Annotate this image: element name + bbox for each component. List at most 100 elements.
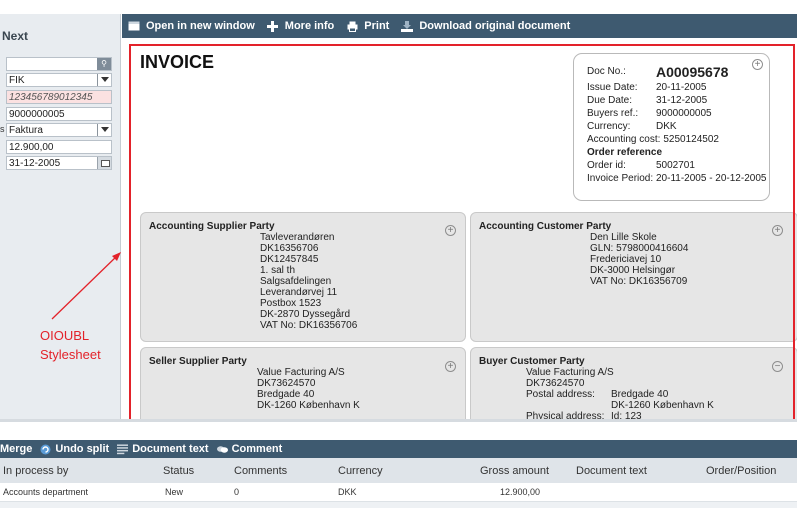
calendar-icon[interactable] <box>97 157 111 169</box>
column-header[interactable]: Gross amount <box>480 458 549 483</box>
physical-address-label: Physical address: <box>526 411 605 419</box>
chevron-down-icon[interactable] <box>97 124 111 136</box>
column-header[interactable]: Status <box>163 458 194 483</box>
print-button[interactable]: Print <box>346 20 389 32</box>
grid-header: In process by Status Comments Currency G… <box>0 458 797 483</box>
postal-address-label: Postal address: <box>526 389 595 400</box>
payment-type-value: FIK <box>9 75 25 86</box>
splitter[interactable] <box>0 419 797 422</box>
party-line: DK73624570 <box>257 378 316 389</box>
seller-supplier-title: Seller Supplier Party <box>149 356 247 367</box>
physical-address-row: Physical address: Id: 123 <box>526 411 797 419</box>
expand-icon[interactable]: + <box>445 361 456 372</box>
undo-split-button[interactable]: Undo split <box>40 443 109 455</box>
seller-supplier-lines: Value Facturing A/S DK73624570 Bredgade … <box>257 367 465 411</box>
download-original-button[interactable]: Download original document <box>401 20 570 32</box>
party-line: DK-2870 Dyssegård <box>260 309 351 320</box>
expand-icon[interactable]: + <box>772 225 783 236</box>
accounting-cost-value: 5250124502 <box>663 134 719 145</box>
table-row[interactable] <box>0 502 797 508</box>
more-info-label: More info <box>284 20 335 32</box>
party-line: Leverandørvej 11 <box>260 287 338 298</box>
amount-value: 12.900,00 <box>9 142 54 153</box>
collapse-icon[interactable]: − <box>772 361 783 372</box>
buyer-customer-party-box: − Buyer Customer Party Value Facturing A… <box>470 347 797 419</box>
party-line: DK-1260 København K <box>611 400 714 411</box>
party-line: Value Facturing A/S <box>526 367 614 378</box>
party-line: 1. sal th <box>260 265 296 276</box>
currency-label: Currency: <box>587 121 631 132</box>
print-label: Print <box>364 20 390 32</box>
column-header[interactable]: Order/Position <box>706 458 776 483</box>
due-date-value: 31-12-2005 <box>9 158 61 169</box>
search-field[interactable]: ⚲ <box>6 57 112 71</box>
document-text-label: Document text <box>132 443 209 455</box>
table-row[interactable]: Accounts department New 0 DKK 12.900,00 <box>0 483 797 502</box>
buyers-ref-row: Buyers ref.: 9000000005 <box>587 107 769 120</box>
order-id-value: 5002701 <box>656 160 695 171</box>
party-line: Den Lille Skole <box>590 232 657 243</box>
comment-icon <box>216 444 228 455</box>
cell-status: New <box>165 487 184 497</box>
seller-supplier-party-box: + Seller Supplier Party Value Facturing … <box>140 347 466 419</box>
plus-icon <box>267 20 279 32</box>
left-panel-header: Next <box>2 29 29 43</box>
party-line: DK73624570 <box>526 378 585 389</box>
chevron-down-icon[interactable] <box>97 74 111 86</box>
column-header[interactable]: Comments <box>234 458 287 483</box>
accounting-supplier-lines: Tavleverandøren DK16356706 DK12457845 1.… <box>260 232 465 331</box>
due-date-value: 31-12-2005 <box>656 95 708 106</box>
party-line: GLN: 5798000416604 <box>590 243 689 254</box>
doc-no-label: Doc No.: <box>587 66 626 77</box>
buyers-ref-value: 9000000005 <box>656 108 712 119</box>
cut-label: s <box>0 124 5 134</box>
document-type-value: Faktura <box>9 125 43 136</box>
grid-toolbar: Merge Undo split Document text Comment <box>0 440 797 458</box>
payment-type-select[interactable]: FIK <box>6 73 112 87</box>
column-header[interactable]: In process by <box>3 458 68 483</box>
more-info-button[interactable]: More info <box>267 20 335 32</box>
payment-id-value: 123456789012345 <box>9 92 93 103</box>
download-label: Download original document <box>419 20 571 32</box>
party-line: Bredgade 40 <box>257 389 315 400</box>
printer-icon <box>346 20 358 32</box>
cell-in-process-by: Accounts department <box>3 487 89 497</box>
cell-comments: 0 <box>234 487 240 497</box>
merge-button[interactable]: Merge <box>0 443 32 455</box>
invoice-period-label: Invoice Period: <box>587 173 654 184</box>
party-line: Tavleverandøren <box>260 232 335 243</box>
buyer-reference-field[interactable]: 9000000005 <box>6 107 112 121</box>
download-icon <box>401 20 414 32</box>
annotation-line: Stylesheet <box>40 347 101 362</box>
party-line: Bredgade 40 <box>611 389 669 400</box>
document-text-button[interactable]: Document text <box>117 443 209 455</box>
annotation-label: OIOUBL Stylesheet <box>40 326 101 364</box>
payment-id-field[interactable]: 123456789012345 <box>6 90 112 104</box>
order-id-row: Order id: 5002701 <box>587 159 769 172</box>
postal-address-row: Postal address: Bredgade 40 DK-1260 Købe… <box>526 389 797 411</box>
expand-icon[interactable]: + <box>752 59 763 70</box>
order-reference-label: Order reference <box>587 147 663 158</box>
issue-date-value: 20-11-2005 <box>656 82 707 93</box>
accounting-cost-row: Accounting cost: 5250124502 <box>587 133 769 146</box>
postal-address-value: Bredgade 40 DK-1260 København K <box>611 389 714 411</box>
invoice-period-value: 20-11-2005 - 20-12-2005 <box>656 173 767 184</box>
due-date-field[interactable]: 31-12-2005 <box>6 156 112 170</box>
cell-currency: DKK <box>338 487 357 497</box>
accounting-supplier-title: Accounting Supplier Party <box>149 221 275 232</box>
party-line: Salgsafdelingen <box>260 276 332 287</box>
document-viewer[interactable]: INVOICE + Doc No.: A00095678 Issue Date:… <box>122 38 797 419</box>
amount-field[interactable]: 12.900,00 <box>6 140 112 154</box>
column-header[interactable]: Document text <box>576 458 647 483</box>
document-type-select[interactable]: Faktura <box>6 123 112 137</box>
buyer-reference-value: 9000000005 <box>9 109 65 120</box>
open-new-window-label: Open in new window <box>146 20 255 32</box>
search-icon[interactable]: ⚲ <box>97 58 111 70</box>
comment-button[interactable]: Comment <box>216 443 282 455</box>
open-new-window-button[interactable]: Open in new window <box>128 20 255 32</box>
text-lines-icon <box>117 443 129 455</box>
buyers-ref-label: Buyers ref.: <box>587 108 639 119</box>
party-line: VAT No: DK16356706 <box>260 320 358 331</box>
expand-icon[interactable]: + <box>445 225 456 236</box>
column-header[interactable]: Currency <box>338 458 383 483</box>
